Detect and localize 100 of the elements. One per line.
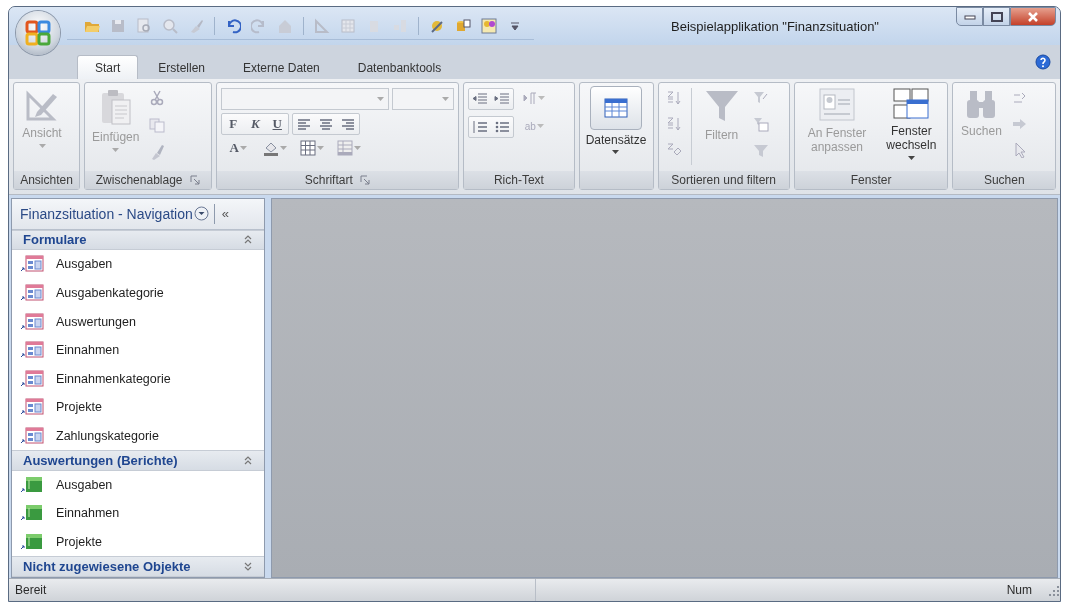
clipboard-icon bbox=[99, 88, 132, 126]
format-button[interactable]: U bbox=[266, 114, 289, 134]
caret-icon bbox=[538, 96, 546, 100]
ruler-pencil-icon bbox=[25, 88, 59, 122]
caret-icon bbox=[907, 156, 915, 160]
help-button[interactable] bbox=[1032, 52, 1054, 72]
dialog-launcher-button[interactable] bbox=[358, 174, 371, 186]
resize-grip-icon bbox=[1046, 583, 1060, 597]
caret-icon bbox=[442, 97, 450, 101]
toggle-filter-icon bbox=[752, 142, 769, 158]
dialog-launcher-button[interactable] bbox=[188, 174, 201, 186]
launcher-icon bbox=[189, 175, 200, 185]
font-color-button[interactable]: A bbox=[221, 138, 256, 158]
chevron-up-icon bbox=[244, 234, 252, 246]
group-label: Ansichten bbox=[20, 173, 73, 187]
align-icon bbox=[296, 116, 313, 132]
magnifier-icon bbox=[162, 17, 178, 34]
caret-icon bbox=[612, 150, 620, 154]
minimize-icon bbox=[963, 13, 976, 20]
group-header[interactable]: Formulare bbox=[12, 229, 264, 251]
align-icon bbox=[340, 116, 357, 132]
undo-icon bbox=[225, 17, 241, 34]
align-icon bbox=[318, 116, 335, 132]
shapes-button[interactable] bbox=[478, 15, 500, 36]
font-size-field[interactable] bbox=[392, 88, 455, 110]
nav-item[interactable]: Ausgabenkategorie bbox=[12, 278, 264, 308]
group-label: Schriftart bbox=[304, 173, 353, 187]
caret-icon bbox=[377, 97, 385, 101]
launcher-icon bbox=[359, 175, 370, 185]
nav-item[interactable]: Zahlungskategorie bbox=[12, 421, 264, 450]
form-icon bbox=[20, 341, 44, 360]
binoculars-icon bbox=[965, 88, 998, 120]
caret-icon bbox=[536, 124, 544, 128]
table-rows-icon bbox=[337, 140, 354, 156]
shapes-icon bbox=[481, 17, 497, 34]
group-label: Rich-Text bbox=[493, 173, 544, 187]
group-header[interactable]: Auswertungen (Berichte) bbox=[12, 449, 264, 471]
close-button[interactable] bbox=[1010, 7, 1056, 26]
font-name-field[interactable] bbox=[221, 88, 390, 110]
group-label: Fenster bbox=[850, 173, 892, 187]
collapse-pane-button[interactable]: « bbox=[221, 206, 229, 222]
report-icon bbox=[20, 532, 44, 551]
form-icon bbox=[20, 369, 44, 388]
ruler-icon bbox=[314, 17, 330, 34]
form-icon bbox=[20, 426, 44, 445]
help-icon bbox=[1035, 54, 1051, 70]
maximize-icon bbox=[990, 11, 1003, 22]
chevron-down-icon bbox=[244, 561, 252, 573]
report-icon bbox=[20, 475, 44, 494]
office-logo-icon bbox=[25, 20, 51, 46]
nav-item[interactable]: Einnahmen bbox=[12, 335, 264, 365]
caret-icon bbox=[112, 148, 120, 152]
numbered-list-icon bbox=[472, 119, 489, 135]
window-icon bbox=[819, 88, 855, 122]
nav-item[interactable]: Projekte bbox=[12, 527, 264, 557]
ribbon-tab[interactable]: Erstellen bbox=[140, 55, 224, 79]
group-header[interactable]: Nicht zugewiesene Objekte bbox=[12, 556, 264, 577]
nav-item[interactable]: Auswertungen bbox=[12, 307, 264, 336]
indent-icon bbox=[494, 91, 511, 107]
paragraph-icon bbox=[523, 91, 538, 105]
redo-icon bbox=[251, 17, 267, 34]
bullet-list-icon bbox=[494, 119, 511, 135]
clear-sort-icon bbox=[665, 142, 682, 158]
copy-icon bbox=[149, 117, 166, 133]
house-icon bbox=[277, 17, 293, 34]
group-label: Sortieren und filtern bbox=[671, 173, 776, 187]
form-icon bbox=[20, 255, 44, 274]
advanced-filter-icon bbox=[752, 116, 769, 132]
ribbon-button[interactable]: Fenster wechseln bbox=[879, 86, 944, 162]
pane-menu-button[interactable] bbox=[193, 203, 210, 224]
window-title: Beispielapplikation "Finanzsituation" bbox=[670, 18, 880, 34]
nav-item[interactable]: Ausgaben bbox=[12, 470, 264, 500]
ribbon-tab[interactable]: Start bbox=[77, 55, 139, 79]
paint-bucket-icon bbox=[263, 140, 280, 156]
caret-icon bbox=[317, 146, 325, 150]
form-icon bbox=[20, 284, 44, 302]
selection-filter-icon bbox=[752, 90, 769, 106]
nav-item[interactable]: Projekte bbox=[12, 392, 264, 422]
status-text: Bereit bbox=[15, 583, 47, 597]
caret-icon bbox=[239, 146, 247, 150]
report-icon bbox=[20, 504, 44, 523]
chevron-up-icon bbox=[244, 454, 252, 466]
table-icon bbox=[604, 98, 628, 118]
caret-icon bbox=[280, 146, 288, 150]
ribbon-tab[interactable]: Datenbanktools bbox=[339, 55, 460, 79]
group-label: Zwischenablage bbox=[95, 173, 183, 187]
brush-icon bbox=[149, 144, 166, 160]
page-magnifier-icon bbox=[136, 17, 152, 34]
nav-item[interactable]: Einnahmenkategorie bbox=[12, 364, 264, 393]
form-icon bbox=[20, 312, 44, 331]
pane-title: Finanzsituation - Navigation bbox=[20, 205, 193, 222]
ribbon-tab[interactable]: Externe Daten bbox=[225, 55, 338, 79]
sort-ascending-icon bbox=[665, 90, 682, 106]
caret-icon bbox=[38, 144, 46, 148]
maximize-button[interactable] bbox=[983, 7, 1010, 26]
nav-item[interactable]: Ausgaben bbox=[12, 250, 264, 279]
nav-item[interactable]: Einnahmen bbox=[12, 499, 264, 528]
format-button[interactable]: K bbox=[244, 114, 267, 134]
sort-descending-icon bbox=[665, 116, 682, 132]
format-button[interactable]: F bbox=[222, 114, 245, 134]
